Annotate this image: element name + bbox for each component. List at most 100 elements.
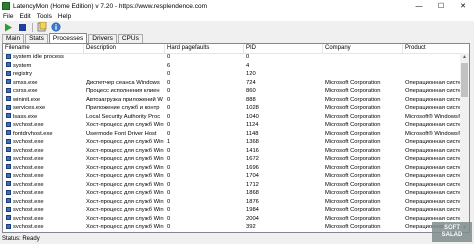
info-icon[interactable] xyxy=(50,22,61,32)
process-icon xyxy=(6,87,11,93)
filename-text: system idle process xyxy=(13,54,64,60)
process-icon xyxy=(6,147,11,152)
watermark-logo: SOFT SALAD xyxy=(432,222,472,242)
process-icon xyxy=(6,70,11,76)
tab-cpus[interactable]: CPUs xyxy=(117,34,143,43)
cell-filename: svchost.exe xyxy=(5,155,83,164)
cell-hard-pagefaults: 0 xyxy=(167,122,171,128)
table-row[interactable]: registry 0 120 xyxy=(3,70,461,79)
table-row[interactable]: svchost.exe Хост-процесс для служб Win 0 39… xyxy=(3,223,462,232)
watermark-line-2: SALAD xyxy=(441,232,463,238)
table-row[interactable]: svchost.exe Хост-процесс для служб Win 0 17… xyxy=(3,172,462,181)
close-icon[interactable]: ✕ xyxy=(452,0,474,12)
table-row[interactable]: smss.exe Диспетчер сеанса Windows 0 724 Micr… xyxy=(3,79,462,88)
cell-company: Microsoft Corporation xyxy=(325,173,381,179)
cell-hard-pagefaults: 0 xyxy=(167,54,171,60)
menu-help[interactable]: Help xyxy=(55,13,74,20)
filename-text: svchost.exe xyxy=(13,173,44,179)
table-row[interactable]: system idle process 0 0 xyxy=(3,53,461,62)
cell-description: Хост-процесс для служб Win xyxy=(86,181,164,188)
menu-file[interactable]: File xyxy=(0,13,16,20)
cell-product: Операционная система М xyxy=(405,173,462,179)
tab-drivers[interactable]: Drivers xyxy=(88,34,117,43)
minimize-icon[interactable]: — xyxy=(408,0,430,12)
table-row[interactable]: svchost.exe Хост-процесс для служб Win 0 14… xyxy=(3,147,462,156)
scroll-up-icon[interactable]: ▲ xyxy=(460,53,469,61)
column-header-product[interactable]: Product xyxy=(403,44,469,53)
table-row[interactable]: svchost.exe Хост-процесс для служб Win 0 18… xyxy=(3,198,462,207)
tab-processes[interactable]: Processes xyxy=(48,33,88,43)
report-icon[interactable] xyxy=(36,22,47,32)
table-row[interactable]: svchost.exe Хост-процесс для служб Win 0 16… xyxy=(3,164,462,173)
menu-bar: File Edit Tools Help xyxy=(0,12,474,21)
cell-hard-pagefaults: 0 xyxy=(167,147,171,154)
cell-product: Операционная система М xyxy=(405,181,462,188)
cell-description: Диспетчер сеанса Windows xyxy=(86,79,160,86)
column-header-company[interactable]: Company xyxy=(323,44,403,53)
maximize-icon[interactable]: ☐ xyxy=(430,0,452,12)
column-header-pid[interactable]: PID xyxy=(244,44,323,53)
cell-filename: svchost.exe xyxy=(5,138,83,147)
filename-text: svchost.exe xyxy=(13,156,44,162)
table-row[interactable]: svchost.exe Хост-процесс для служб Win 0 16… xyxy=(3,155,462,164)
cell-product: Операционная система М xyxy=(405,96,462,103)
table-row[interactable]: svchost.exe Хост-процесс для служб Win 0 17… xyxy=(3,181,462,190)
cell-product: Операционная система М xyxy=(405,190,462,196)
cell-company: Microsoft Corporation xyxy=(325,113,381,120)
cell-description: Хост-процесс для служб Win xyxy=(86,139,164,145)
cell-filename: svchost.exe xyxy=(5,206,83,215)
column-header-hard-pagefaults[interactable]: Hard pagefaults xyxy=(165,44,244,53)
table-row[interactable]: svchost.exe Хост-процесс для служб Win 0 19… xyxy=(3,206,462,215)
table-row[interactable]: svchost.exe Хост-процесс для служб Win 0 18… xyxy=(3,189,462,198)
table-row[interactable]: svchost.exe Хост-процесс для служб Win 1 13… xyxy=(3,138,462,147)
table-row[interactable]: lsass.exe Local Security Authority Proc 0 1… xyxy=(3,113,462,122)
play-icon[interactable] xyxy=(3,22,14,32)
cell-product: Операционная система М xyxy=(405,156,462,162)
process-icon xyxy=(6,155,11,161)
tab-main[interactable]: Main xyxy=(2,34,25,43)
cell-product: Microsoft® Windows® Op xyxy=(405,113,462,120)
cell-description: Хост-процесс для служб Win xyxy=(86,215,164,222)
cell-product: Операционная система М xyxy=(405,79,462,86)
filename-text: registry xyxy=(13,71,33,77)
table-row[interactable]: wininit.exe Автозагрузка приложений W 0 888… xyxy=(3,96,462,105)
scrollbar-thumb[interactable] xyxy=(461,63,468,97)
tab-stats[interactable]: Stats xyxy=(25,34,48,43)
column-header-description[interactable]: Description xyxy=(84,44,165,53)
process-icon xyxy=(6,189,11,195)
cell-pid: 1416 xyxy=(246,147,259,154)
column-header-filename[interactable]: Filename xyxy=(3,44,84,53)
cell-hard-pagefaults: 1 xyxy=(167,139,171,145)
cell-company xyxy=(324,70,402,79)
cell-pid: 1712 xyxy=(246,181,259,188)
cell-company: Microsoft Corporation xyxy=(325,79,381,86)
cell-company: Microsoft Corporation xyxy=(325,207,381,213)
table-row[interactable]: services.exe Приложение служб и контр 0 102… xyxy=(3,104,462,113)
filename-text: svchost.exe xyxy=(13,139,44,145)
cell-filename: lsass.exe xyxy=(5,113,83,122)
table-row[interactable]: svchost.exe Хост-процесс для служб Win 0 20… xyxy=(3,215,462,224)
table-row[interactable]: system 6 4 xyxy=(3,62,461,71)
menu-edit[interactable]: Edit xyxy=(16,13,33,20)
cell-company: Microsoft Corporation xyxy=(325,147,381,154)
menu-tools[interactable]: Tools xyxy=(34,13,55,20)
cell-company: Microsoft Corporation xyxy=(325,215,381,222)
cell-filename: csrss.exe xyxy=(5,87,83,96)
table-body: system idle process 0 0 system 6 4 registry 0 12… xyxy=(3,53,462,232)
cell-filename: svchost.exe xyxy=(5,223,83,232)
status-bar: Status: Ready xyxy=(0,235,474,244)
title-bar: LatencyMon (Home Edition) v 7.20 - https… xyxy=(0,0,474,12)
table-row[interactable]: fontdrvhost.exe Usermode Font Driver Host… xyxy=(3,130,462,139)
vertical-scrollbar[interactable]: ▲ ▼ xyxy=(460,53,469,232)
app-window: LatencyMon (Home Edition) v 7.20 - https… xyxy=(0,0,474,244)
cell-pid: 888 xyxy=(246,96,256,103)
stop-icon[interactable] xyxy=(17,22,28,32)
table-row[interactable]: svchost.exe Хост-процесс для служб Win 0 11… xyxy=(3,121,462,130)
cell-company: Microsoft Corporation xyxy=(325,96,381,103)
cell-pid: 120 xyxy=(246,71,256,77)
cell-description: Local Security Authority Proc xyxy=(86,113,161,120)
cell-description: Хост-процесс для служб Win xyxy=(86,190,164,196)
table-row[interactable]: csrss.exe Процесс исполнения клиен 0 860 Mic… xyxy=(3,87,462,96)
process-icon xyxy=(6,62,11,67)
cell-company xyxy=(324,62,402,71)
